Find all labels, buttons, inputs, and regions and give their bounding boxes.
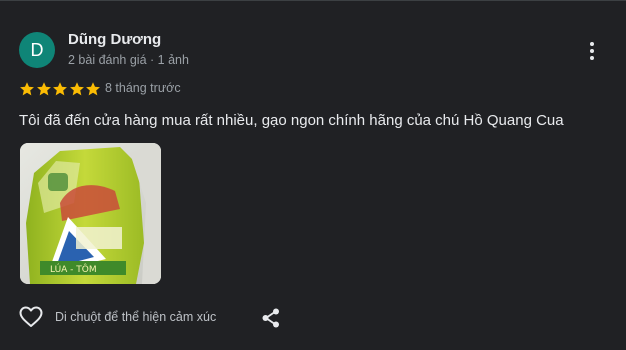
more-options-button[interactable] [582, 39, 602, 61]
rice-bag-image: LÚA - TÔM [20, 143, 161, 284]
review-time: 8 tháng trước [105, 81, 181, 95]
star-rating [19, 81, 102, 97]
star-icon [36, 82, 51, 96]
star-icon [69, 82, 84, 96]
react-label: Di chuột để thể hiện cảm xúc [55, 310, 217, 324]
avatar[interactable]: D [19, 32, 55, 68]
star-icon [53, 82, 68, 96]
share-icon [262, 308, 279, 328]
author-name[interactable]: Dũng Dương [68, 31, 161, 48]
author-meta: 2 bài đánh giá · 1 ảnh [68, 53, 189, 67]
heart-outline-icon [19, 306, 43, 327]
review-card: D Dũng Dương 2 bài đánh giá · 1 ảnh 8 th… [0, 0, 626, 350]
review-photo[interactable]: LÚA - TÔM [20, 143, 161, 284]
star-icon [86, 82, 101, 96]
review-text: Tôi đã đến cửa hàng mua rất nhiều, gạo n… [19, 112, 564, 129]
star-icon [20, 82, 34, 96]
more-vertical-icon [590, 42, 594, 46]
react-button[interactable]: Di chuột để thể hiện cảm xúc [19, 306, 216, 328]
photo-bag-label: LÚA - TÔM [50, 263, 97, 275]
share-button[interactable] [260, 307, 282, 329]
